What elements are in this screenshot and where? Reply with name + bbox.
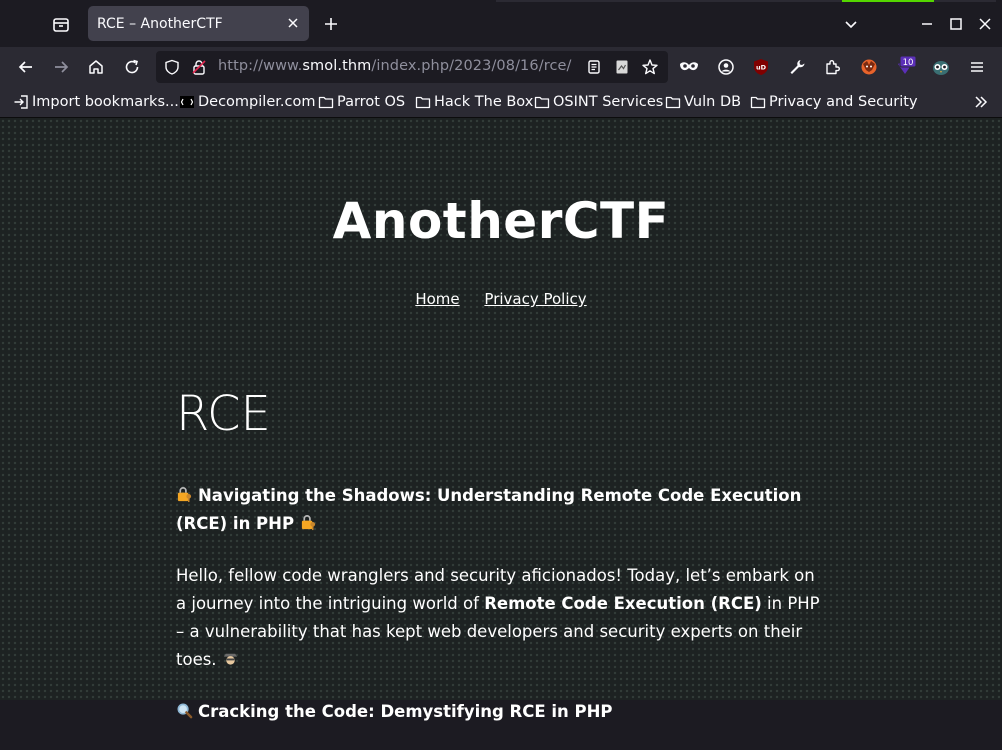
list-all-tabs-icon[interactable]: [840, 13, 862, 35]
bookmark-label: Import bookmarks...: [32, 94, 179, 110]
nav-link-home[interactable]: Home: [415, 290, 459, 308]
navigation-toolbar: http://www.smol.thm/index.php/2023/08/16…: [0, 47, 1002, 87]
chevron-right-double-icon[interactable]: [972, 93, 990, 111]
heading-1-text: Navigating the Shadows: Understanding Re…: [176, 486, 802, 533]
bookmark-folder-privacy-security[interactable]: Privacy and Security: [750, 92, 918, 112]
bookmark-label: Hack The Box: [434, 94, 534, 110]
tab-bar: RCE – AnotherCTF: [0, 0, 1002, 47]
firefox-view-icon[interactable]: [48, 12, 74, 38]
wrench-tools-icon[interactable]: [785, 55, 809, 79]
bookmark-folder-parrot-os[interactable]: Parrot OS: [318, 92, 405, 112]
heading-2-text: Cracking the Code: Demystifying RCE in P…: [198, 702, 613, 721]
bookmark-star-icon[interactable]: [638, 55, 662, 79]
post-content: Navigating the Shadows: Understanding Re…: [176, 482, 826, 750]
page-note-icon[interactable]: [610, 55, 634, 79]
tracking-protection-shield-icon[interactable]: [164, 59, 180, 75]
bookmark-label: Parrot OS: [337, 94, 406, 110]
import-icon: [13, 94, 29, 110]
post-title: RCE: [176, 386, 271, 442]
app-menu-icon[interactable]: [965, 55, 989, 79]
bookmarks-toolbar: Import bookmarks... Decompiler.com Parro…: [0, 87, 1002, 118]
bookmark-import[interactable]: Import bookmarks...: [13, 92, 179, 112]
post-heading-1: Navigating the Shadows: Understanding Re…: [176, 482, 826, 538]
site-navigation: Home Privacy Policy: [0, 290, 1002, 308]
url-path: /index.php/2023/08/16/rce/: [371, 58, 572, 74]
folder-icon: [665, 94, 681, 110]
ublock-label: uD: [756, 64, 767, 72]
bookmark-label: Vuln DB: [684, 94, 742, 110]
bookmark-label: OSINT Services: [553, 94, 664, 110]
home-icon[interactable]: [84, 55, 108, 79]
back-icon[interactable]: [14, 55, 38, 79]
nav-link-privacy-policy[interactable]: Privacy Policy: [484, 290, 586, 308]
reader-view-icon[interactable]: [582, 55, 606, 79]
active-tab[interactable]: RCE – AnotherCTF: [88, 6, 309, 41]
close-window-icon[interactable]: [974, 13, 996, 35]
bookmark-folder-vuln-db[interactable]: Vuln DB: [665, 92, 741, 112]
detective-emoji-icon: [223, 653, 237, 665]
ublock-origin-icon[interactable]: uD: [749, 55, 773, 79]
decompiler-icon: [179, 94, 195, 110]
folder-icon: [415, 94, 431, 110]
top-accent-line: [496, 0, 996, 2]
tab-title: RCE – AnotherCTF: [97, 15, 223, 32]
extension-badge-count: 10: [903, 58, 914, 68]
maximize-icon[interactable]: [945, 13, 967, 35]
insecure-lock-icon[interactable]: [191, 59, 207, 75]
site-title[interactable]: AnotherCTF: [0, 192, 1002, 250]
lock-key-emoji-icon: [177, 487, 192, 503]
owl-extension-icon[interactable]: [929, 55, 953, 79]
minimize-icon[interactable]: [916, 13, 938, 35]
url-host: smol.thm: [302, 58, 372, 74]
extensions-puzzle-icon[interactable]: [821, 55, 845, 79]
reload-icon[interactable]: [120, 55, 144, 79]
folder-icon: [534, 94, 550, 110]
fox-extension-icon[interactable]: [857, 55, 881, 79]
magnifier-emoji-icon: [177, 703, 193, 719]
bookmark-folder-hack-the-box[interactable]: Hack The Box: [415, 92, 533, 112]
close-tab-icon[interactable]: [285, 15, 301, 31]
account-icon[interactable]: [714, 55, 738, 79]
bookmark-label: Privacy and Security: [769, 94, 918, 110]
forward-icon[interactable]: [49, 55, 73, 79]
new-tab-icon[interactable]: [320, 13, 342, 35]
url-scheme: http://www.: [218, 58, 303, 74]
bookmark-label: Decompiler.com: [198, 94, 316, 110]
url-text[interactable]: http://www.smol.thm/index.php/2023/08/16…: [218, 58, 572, 74]
bookmark-folder-osint-services[interactable]: OSINT Services: [534, 92, 663, 112]
post-paragraph-1: Hello, fellow code wranglers and securit…: [176, 562, 826, 674]
folder-icon: [750, 94, 766, 110]
badge-extension-icon[interactable]: 10: [893, 55, 917, 79]
paragraph-bold-text: Remote Code Execution (RCE): [484, 594, 762, 613]
folder-icon: [318, 94, 334, 110]
bookmark-decompiler[interactable]: Decompiler.com: [179, 92, 315, 112]
lock-key-emoji-icon: [301, 515, 315, 531]
post-heading-2: Cracking the Code: Demystifying RCE in P…: [176, 698, 826, 726]
web-page: AnotherCTF Home Privacy Policy RCE Navig…: [0, 118, 1002, 721]
private-mask-icon[interactable]: [677, 55, 701, 79]
